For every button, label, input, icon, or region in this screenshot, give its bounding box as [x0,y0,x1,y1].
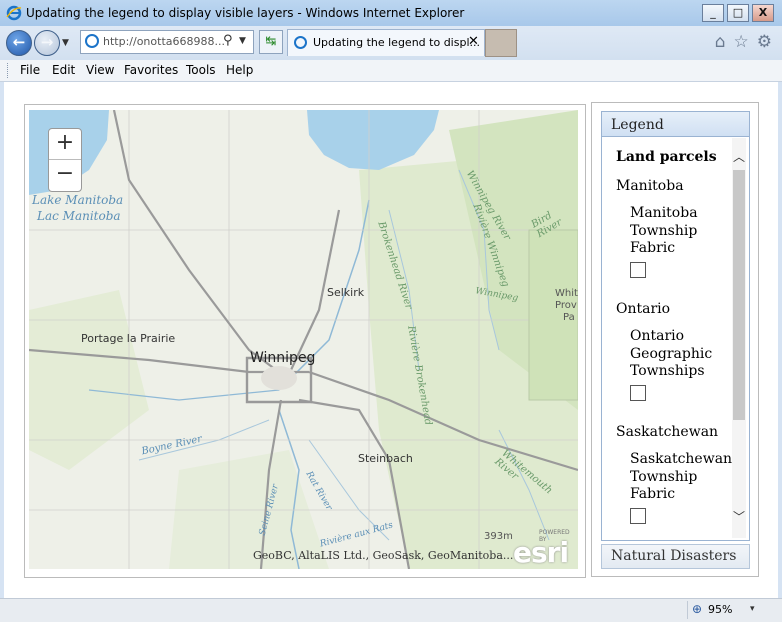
natural-disasters-title: Natural Disasters [611,548,737,564]
legend-layer-line: Geographic [630,345,713,362]
maximize-button[interactable]: □ [727,4,749,22]
map-label-lac-manitoba: Lac Manitoba [37,209,121,223]
map-label-winnipeg: Winnipeg [250,350,316,366]
legend-pane: Legend Land parcels Manitoba Manitoba To… [601,111,750,541]
menu-help[interactable]: Help [226,63,253,77]
zoom-out-button[interactable]: − [49,160,81,190]
address-bar[interactable]: http://onotta668988... ⚲ ▼ [80,30,254,54]
browser-tab[interactable]: Updating the legend to displ... ✕ [287,29,485,56]
legend-layer-line: Fabric [630,486,676,502]
search-icon[interactable]: ⚲ [223,33,233,48]
tab-title[interactable]: Updating the legend to displ... [313,36,480,49]
map-label-whiteshell-3: Pa [563,312,575,323]
legend-layer-line: Township [630,222,698,239]
legend-province-ontario: Ontario [616,301,671,317]
minimize-button[interactable]: _ [702,4,724,22]
legend-group-title: Land parcels [616,149,717,165]
legend-title: Legend [611,117,664,133]
new-tab-button[interactable] [485,29,517,57]
navigation-bar: ← → ▼ http://onotta668988... ⚲ ▼ ↹ Updat… [0,26,782,60]
title-bar: Updating the legend to display visible l… [0,0,782,27]
back-arrow-icon: ← [12,33,26,51]
close-button[interactable]: X [752,4,774,22]
menu-tools[interactable]: Tools [186,63,216,77]
back-button[interactable]: ← [6,30,32,56]
menu-favorites[interactable]: Favorites [124,63,178,77]
address-url[interactable]: http://onotta668988... [103,35,225,48]
legend-layer-saskatchewan: Saskatchewan Township Fabric [630,451,733,504]
legend-body: Land parcels Manitoba Manitoba Township … [604,138,747,538]
zoom-in-button[interactable]: + [49,129,81,160]
page-icon [85,34,99,48]
legend-layer-manitoba: Manitoba Township Fabric [630,205,720,258]
command-icons: ⌂ ☆ ⚙ [715,32,772,52]
map-label-portage: Portage la Prairie [81,332,176,345]
esri-logo[interactable]: esri [513,536,569,569]
legend-province-saskatchewan: Saskatchewan [616,424,719,440]
legend-layer-line: Fabric [630,240,676,256]
map-scale: 393m [484,531,513,542]
status-bar: ⊕ 95% ▾ [0,598,782,622]
legend-header[interactable]: Legend [602,112,749,137]
legend-layer-line: Saskatchewan [630,451,733,467]
zoom-dropdown-icon[interactable]: ▾ [750,604,755,614]
legend-swatch-manitoba [630,262,646,278]
menu-edit[interactable]: Edit [52,63,75,77]
legend-layer-line: Township [630,468,698,485]
tools-gear-icon[interactable]: ⚙ [757,32,772,52]
forward-button[interactable]: → [34,30,60,56]
window-controls: _ □ X [702,4,774,22]
history-dropdown-icon[interactable]: ▼ [62,38,69,48]
map[interactable]: + − Lake Manitoba Lac Manitoba Selkirk P… [29,110,578,569]
legend-swatch-ontario [630,385,646,401]
zoom-control: + − [48,128,82,192]
menu-bar: File Edit View Favorites Tools Help [0,60,782,82]
compatibility-view-button[interactable]: ↹ [259,30,283,54]
zoom-level: 95% [708,603,733,616]
legend-layer-line: Townships [630,363,705,379]
tab-close-icon[interactable]: ✕ [468,34,479,49]
favorites-star-icon[interactable]: ☆ [734,32,749,52]
legend-layer-line: Manitoba [630,205,698,221]
legend-province-manitoba: Manitoba [616,178,684,194]
menu-file[interactable]: File [20,63,40,77]
address-dropdown-icon[interactable]: ▼ [239,36,246,46]
zoom-level-control[interactable]: ⊕ 95% ▾ [687,601,778,619]
legend-layer-ontario: Ontario Geographic Townships [630,328,720,381]
menu-grip [7,63,10,78]
natural-disasters-pane[interactable]: Natural Disasters [601,544,750,569]
map-label-lake-manitoba: Lake Manitoba [32,193,124,207]
map-label-steinbach: Steinbach [358,452,413,465]
tab-page-icon [294,36,307,49]
map-label-selkirk: Selkirk [327,286,365,299]
legend-swatch-saskatchewan [630,508,646,524]
map-label-whiteshell-2: Prov [555,300,577,311]
map-attribution: GeoBC, AltaLIS Ltd., GeoSask, GeoManitob… [253,549,514,562]
home-icon[interactable]: ⌂ [715,32,726,52]
map-label-whiteshell-1: Whit [555,288,578,299]
legend-layer-line: Ontario [630,328,685,344]
scroll-down-icon[interactable]: ﹀ [732,508,746,525]
legend-scrollbar[interactable]: ︿ ﹀ [732,138,746,538]
scroll-thumb[interactable] [733,170,745,420]
zoom-magnifier-icon: ⊕ [692,602,703,616]
ie-logo-icon [6,5,22,21]
window-title: Updating the legend to display visible l… [26,6,465,20]
scroll-up-icon[interactable]: ︿ [732,148,746,165]
menu-view[interactable]: View [86,63,114,77]
forward-arrow-icon: → [40,33,54,51]
